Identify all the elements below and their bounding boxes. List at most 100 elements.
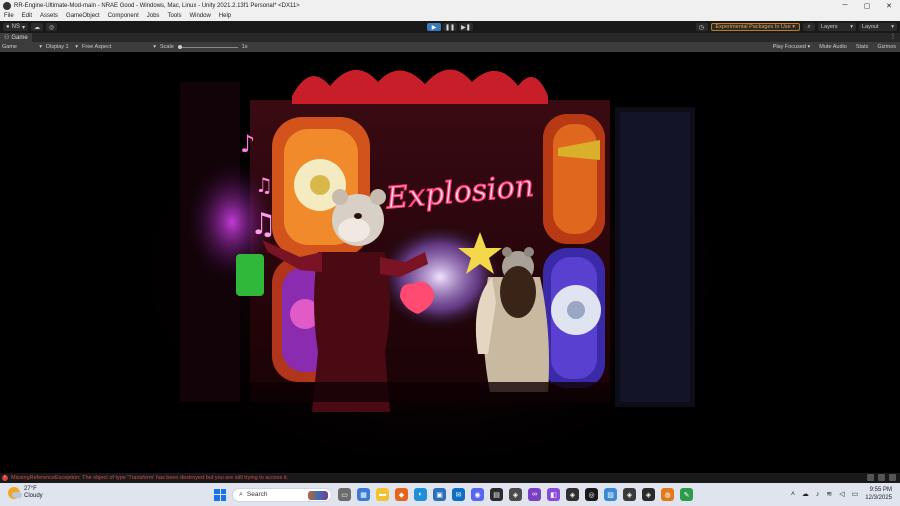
microphone-icon[interactable]: ♪ — [816, 491, 820, 498]
error-icon: ! — [2, 475, 8, 481]
display-mode-label: Game — [2, 44, 17, 50]
music-note-icon: ♫ — [250, 207, 277, 242]
battery-icon[interactable]: ▭ — [852, 490, 859, 498]
chevron-up-icon[interactable]: ˄ — [791, 491, 795, 498]
mute-audio-toggle[interactable]: Mute Audio — [817, 44, 849, 50]
menu-help[interactable]: Help — [215, 13, 235, 19]
close-button[interactable]: ✕ — [878, 0, 900, 11]
task-view-icon[interactable]: ▭ — [338, 488, 351, 501]
menu-assets[interactable]: Assets — [36, 13, 62, 19]
menu-component[interactable]: Component — [104, 13, 143, 19]
paint-icon[interactable]: ✎ — [680, 488, 693, 501]
bug-icon[interactable] — [889, 474, 896, 481]
console-icon[interactable] — [867, 474, 874, 481]
search-button[interactable]: ⌕ — [803, 23, 815, 31]
onedrive-icon[interactable]: ☁ — [802, 490, 809, 498]
menu-window[interactable]: Window — [185, 13, 214, 19]
aspect-label: Free Aspect — [82, 44, 112, 50]
gizmos-toggle[interactable]: Gizmos — [875, 44, 898, 50]
layers-dropdown[interactable]: Layers ▾ — [818, 23, 856, 31]
layers-label: Layers — [821, 24, 838, 30]
right-speaker-top-inner — [553, 124, 597, 234]
unity-instance-icon[interactable]: ◈ — [642, 488, 655, 501]
photos-icon[interactable]: ▨ — [604, 488, 617, 501]
terminal-icon[interactable]: ▤ — [490, 488, 503, 501]
vs-code-icon[interactable]: ◧ — [547, 488, 560, 501]
animatronic-right-beard — [500, 266, 536, 318]
display-mode-dropdown[interactable]: Game ▾ — [0, 44, 44, 50]
layout-dropdown[interactable]: Layout ▾ — [859, 23, 897, 31]
play-focused-label: Play Focused — [772, 44, 806, 50]
brave-browser-icon[interactable]: ◆ — [395, 488, 408, 501]
clock[interactable]: 9:55 PM 12/3/2025 — [865, 486, 892, 502]
obs-icon[interactable]: ◎ — [585, 488, 598, 501]
play-controls: ▶ ❚❚ ▶❚ — [427, 23, 473, 31]
play-focused-dropdown[interactable]: Play Focused ▾ — [771, 44, 813, 50]
history-icon: ◷ — [698, 24, 705, 31]
collab-button[interactable]: ◎ — [45, 23, 58, 31]
windows-start-icon[interactable] — [214, 488, 226, 501]
chevron-down-icon: ▾ — [850, 24, 853, 30]
animatronic-left-beard — [338, 218, 370, 242]
status-bar[interactable]: ! MissingReferenceException: The object … — [0, 473, 900, 483]
discord-icon[interactable]: ◉ — [471, 488, 484, 501]
unity-hub-icon[interactable]: ◈ — [509, 488, 522, 501]
windows-taskbar: 27°F Cloudy ⌕ Search ▭ ▦ ▬ ◆ ◐ ▣ ✉ ◉ ▤ ◈… — [0, 483, 900, 506]
taskbar-apps: ⌕ Search ▭ ▦ ▬ ◆ ◐ ▣ ✉ ◉ ▤ ◈ ∞ ◧ ◈ ◎ ▨ ◈… — [214, 487, 693, 502]
history-button[interactable]: ◷ — [695, 23, 708, 31]
chevron-down-icon: ▾ — [75, 44, 78, 50]
weather-condition: Cloudy — [24, 493, 43, 499]
menu-file[interactable]: File — [0, 13, 18, 19]
menu-edit[interactable]: Edit — [18, 13, 36, 19]
visual-studio-icon[interactable]: ∞ — [528, 488, 541, 501]
minimize-button[interactable]: ─ — [834, 0, 856, 11]
console-error-message[interactable]: MissingReferenceException: The object of… — [11, 475, 288, 481]
display-dropdown[interactable]: Display 1 ▾ — [44, 44, 80, 50]
menu-bar: File Edit Assets GameObject Component Jo… — [0, 11, 900, 21]
game-viewport[interactable]: ♪ ♫ ♫ Explosion — [0, 52, 900, 473]
file-explorer-icon[interactable]: ▬ — [376, 488, 389, 501]
tab-game-label: Game — [11, 34, 28, 41]
progress-icon[interactable] — [878, 474, 885, 481]
search-placeholder: Search — [246, 491, 268, 498]
pause-button[interactable]: ❚❚ — [443, 23, 457, 31]
widgets-icon[interactable]: ▦ — [357, 488, 370, 501]
scale-slider[interactable] — [177, 44, 238, 49]
search-icon: ⌕ — [239, 490, 243, 498]
search-icon: ⌕ — [807, 23, 811, 30]
title-bar: RR-Engine-Ultimate-Mod-main - NRAE Good … — [0, 0, 900, 11]
account-button[interactable]: ● NS ▾ — [3, 23, 28, 31]
scale-control: Scale 1x — [158, 44, 250, 50]
search-highlight-image — [308, 490, 328, 500]
scale-slider-thumb[interactable] — [177, 44, 182, 49]
menu-tools[interactable]: Tools — [163, 13, 185, 19]
taskbar-search[interactable]: ⌕ Search — [232, 487, 332, 502]
window-title: RR-Engine-Ultimate-Mod-main - NRAE Good … — [14, 2, 300, 9]
volume-icon[interactable]: ◁ — [839, 490, 844, 498]
store-icon[interactable]: ▣ — [433, 488, 446, 501]
step-button[interactable]: ▶❚ — [459, 23, 473, 31]
unity-editor-icon[interactable]: ◈ — [566, 488, 579, 501]
weather-temperature: 27°F — [24, 486, 37, 492]
weather-widget[interactable]: 27°F Cloudy — [8, 486, 43, 500]
experimental-packages-button[interactable]: Experimental Packages In Use ▾ — [710, 23, 800, 31]
menu-gameobject[interactable]: GameObject — [62, 13, 104, 19]
blender-icon[interactable]: ◍ — [661, 488, 674, 501]
edge-browser-icon[interactable]: ◐ — [414, 488, 427, 501]
tab-header: ⚇ Game ⋮ — [0, 33, 900, 42]
wifi-icon[interactable]: ≋ — [826, 490, 832, 498]
animatronic-left-ear — [370, 189, 386, 205]
menu-jobs[interactable]: Jobs — [143, 13, 164, 19]
aspect-dropdown[interactable]: Free Aspect ▾ — [80, 44, 158, 50]
unity-icon[interactable]: ◈ — [623, 488, 636, 501]
play-button[interactable]: ▶ — [427, 23, 441, 31]
maximize-button[interactable]: ▢ — [856, 0, 878, 11]
tab-menu-button[interactable]: ⋮ — [890, 33, 896, 40]
chevron-down-icon: ▾ — [21, 24, 25, 31]
stats-toggle[interactable]: Stats — [854, 44, 871, 50]
outlook-icon[interactable]: ✉ — [452, 488, 465, 501]
cloud-button[interactable]: ☁ — [30, 23, 43, 31]
gamepad-icon: ⚇ — [4, 35, 10, 41]
tab-game[interactable]: ⚇ Game — [0, 33, 32, 42]
chevron-down-icon: ▾ — [153, 44, 156, 50]
